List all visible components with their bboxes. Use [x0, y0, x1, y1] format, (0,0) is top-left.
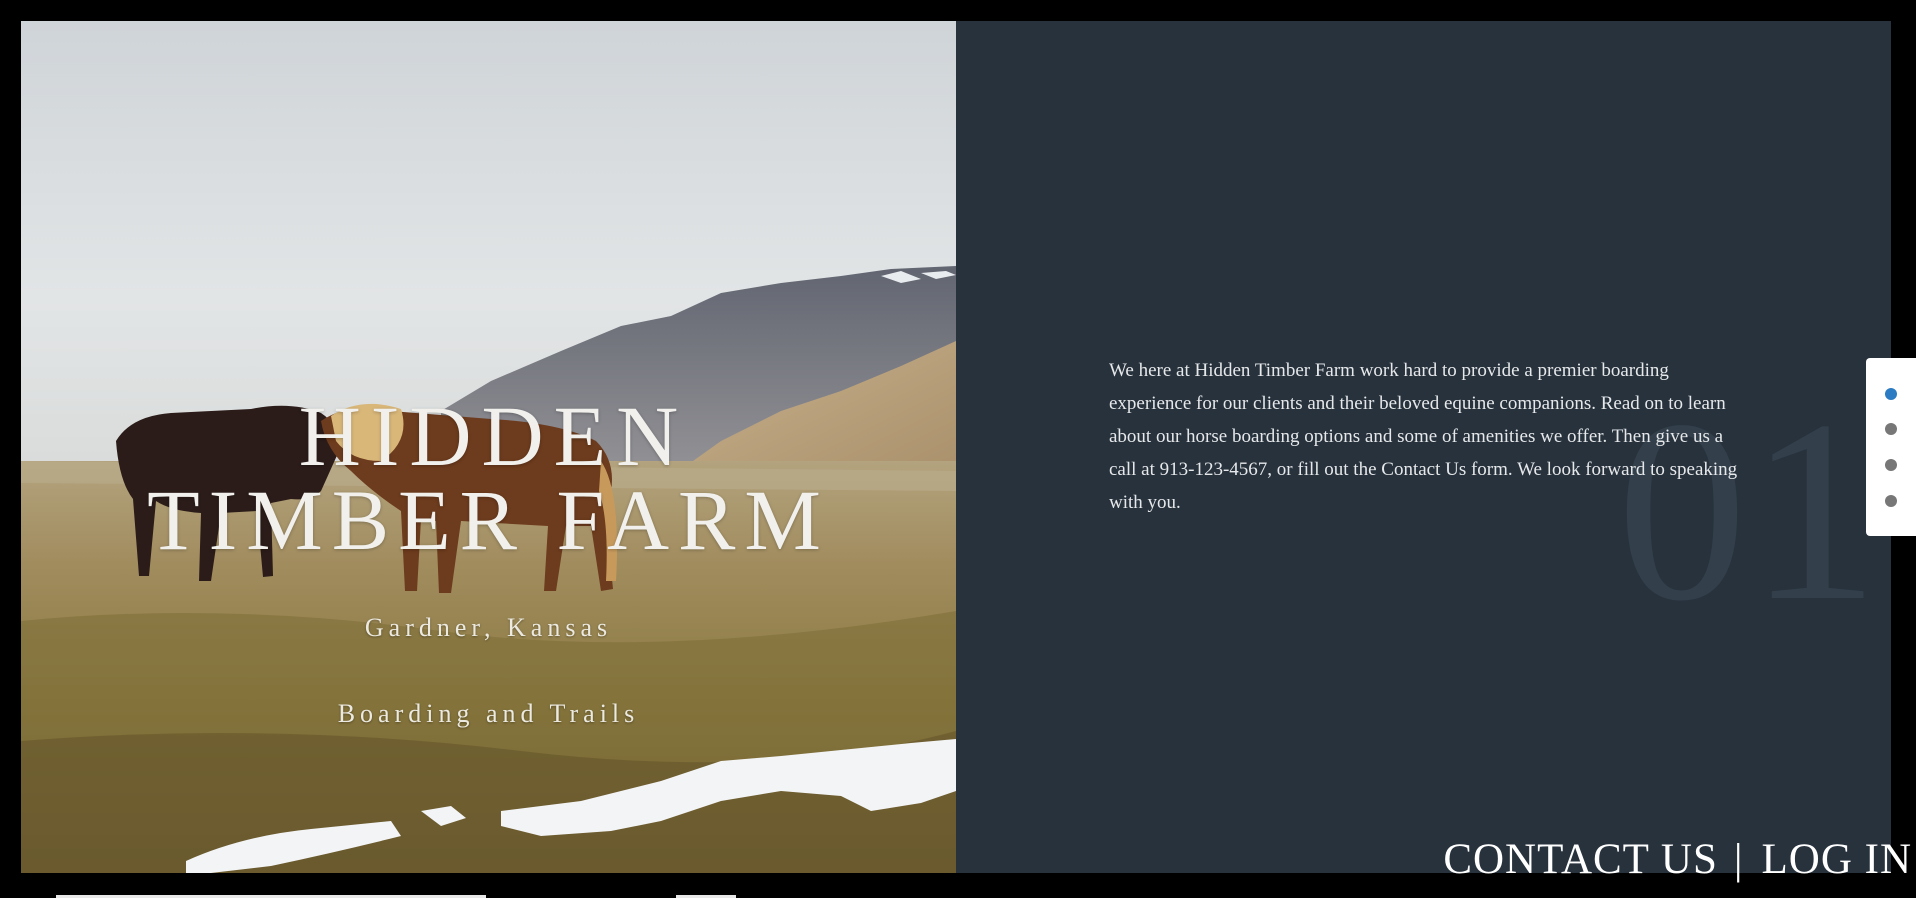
- hero-panel: HIDDEN TIMBER FARM Gardner, Kansas Board…: [21, 21, 956, 873]
- slide-dots-nav: [1866, 358, 1916, 536]
- slide-dot-2[interactable]: [1885, 423, 1897, 435]
- slide-dot-3[interactable]: [1885, 459, 1897, 471]
- bottom-nav: CONTACT US | LOG IN: [1443, 838, 1912, 881]
- hero-title-line-2: TIMBER FARM: [147, 472, 830, 568]
- nav-separator: |: [1733, 836, 1744, 883]
- info-panel: 01 We here at Hidden Timber Farm work ha…: [956, 21, 1891, 873]
- log-in-link[interactable]: LOG IN: [1762, 838, 1913, 881]
- intro-paragraph: We here at Hidden Timber Farm work hard …: [1109, 360, 1738, 513]
- slide-dot-1[interactable]: [1885, 388, 1897, 400]
- hero-services: Boarding and Trails: [337, 699, 640, 728]
- contact-us-link[interactable]: CONTACT US: [1443, 838, 1718, 881]
- slide-dot-4[interactable]: [1885, 495, 1897, 507]
- hero-location: Gardner, Kansas: [364, 613, 613, 642]
- hero-title-line-1: HIDDEN: [298, 388, 689, 484]
- page: HIDDEN TIMBER FARM Gardner, Kansas Board…: [0, 0, 1916, 898]
